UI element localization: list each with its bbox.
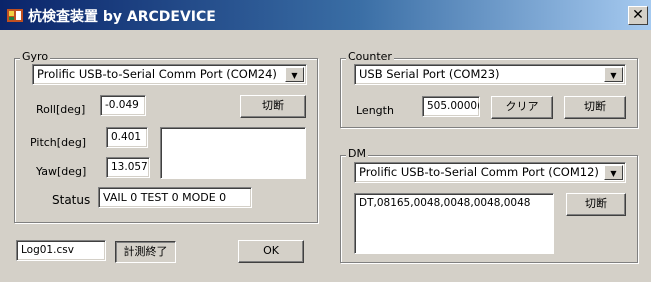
roll-label: Roll[deg] bbox=[36, 103, 86, 116]
roll-field[interactable]: -0.049 bbox=[100, 95, 146, 116]
clear-button[interactable]: クリア bbox=[491, 96, 553, 119]
dm-port-select[interactable]: Prolific USB-to-Serial Comm Port (COM12)… bbox=[354, 162, 626, 183]
gyro-port-select[interactable]: Prolific USB-to-Serial Comm Port (COM24)… bbox=[32, 64, 307, 85]
yaw-label: Yaw[deg] bbox=[36, 165, 87, 178]
log-file-field[interactable]: Log01.csv bbox=[16, 240, 106, 261]
gyro-port-value: Prolific USB-to-Serial Comm Port (COM24) bbox=[37, 67, 277, 81]
window-title: 杭検査装置 by ARCDEVICE bbox=[28, 9, 216, 25]
gyro-memo[interactable] bbox=[160, 127, 306, 179]
length-field[interactable]: 505.0000( bbox=[422, 96, 480, 117]
length-label: Length bbox=[356, 104, 394, 117]
gyro-legend: Gyro bbox=[20, 50, 51, 63]
dm-port-value: Prolific USB-to-Serial Comm Port (COM12) bbox=[359, 165, 599, 179]
pitch-label: Pitch[deg] bbox=[30, 136, 87, 149]
counter-legend: Counter bbox=[346, 50, 394, 63]
measure-end-button[interactable]: 計測終了 bbox=[115, 241, 176, 263]
status-label: Status bbox=[52, 193, 91, 207]
app-icon bbox=[7, 9, 23, 22]
counter-port-select[interactable]: USB Serial Port (COM23) ▼ bbox=[354, 64, 626, 85]
chevron-down-icon[interactable]: ▼ bbox=[604, 67, 623, 82]
pitch-field[interactable]: 0.401 bbox=[106, 127, 148, 148]
chevron-down-icon[interactable]: ▼ bbox=[604, 165, 623, 180]
chevron-down-icon[interactable]: ▼ bbox=[285, 67, 304, 82]
gyro-disconnect-button[interactable]: 切断 bbox=[240, 95, 306, 118]
counter-port-value: USB Serial Port (COM23) bbox=[359, 67, 500, 81]
dm-disconnect-button[interactable]: 切断 bbox=[566, 193, 626, 216]
counter-disconnect-button[interactable]: 切断 bbox=[564, 96, 626, 119]
close-button[interactable]: ✕ bbox=[628, 6, 648, 25]
status-field[interactable]: VAIL 0 TEST 0 MODE 0 bbox=[98, 187, 252, 208]
ok-button[interactable]: OK bbox=[238, 240, 304, 263]
dm-legend: DM bbox=[346, 147, 368, 160]
yaw-field[interactable]: 13.057 bbox=[106, 157, 150, 178]
dm-memo[interactable]: DT,08165,0048,0048,0048,0048 bbox=[354, 193, 554, 254]
